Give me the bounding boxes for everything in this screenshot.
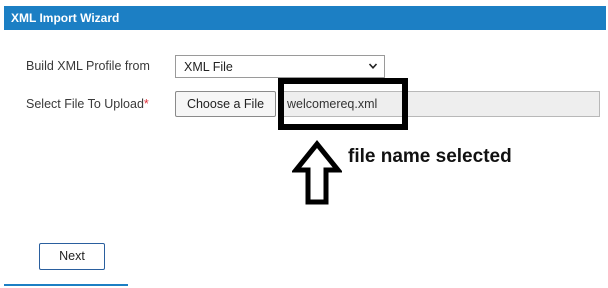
annotation-label: file name selected [348, 146, 512, 167]
profile-source-label: Build XML Profile from [26, 59, 150, 73]
next-button[interactable]: Next [39, 243, 105, 270]
wizard-title-bar: XML Import Wizard [4, 6, 606, 30]
annotation-highlight-box [278, 78, 408, 130]
chevron-down-icon [368, 63, 378, 69]
wizard-title: XML Import Wizard [11, 11, 120, 25]
upload-file-label-text: Select File To Upload [26, 97, 144, 111]
choose-file-button[interactable]: Choose a File [175, 91, 276, 117]
required-asterisk: * [143, 97, 149, 111]
bottom-divider [4, 284, 128, 286]
profile-source-select[interactable]: XML File [175, 55, 385, 78]
upload-file-label: Select File To Upload* [26, 97, 149, 111]
profile-source-value: XML File [184, 60, 233, 74]
arrow-up-icon [292, 140, 342, 205]
